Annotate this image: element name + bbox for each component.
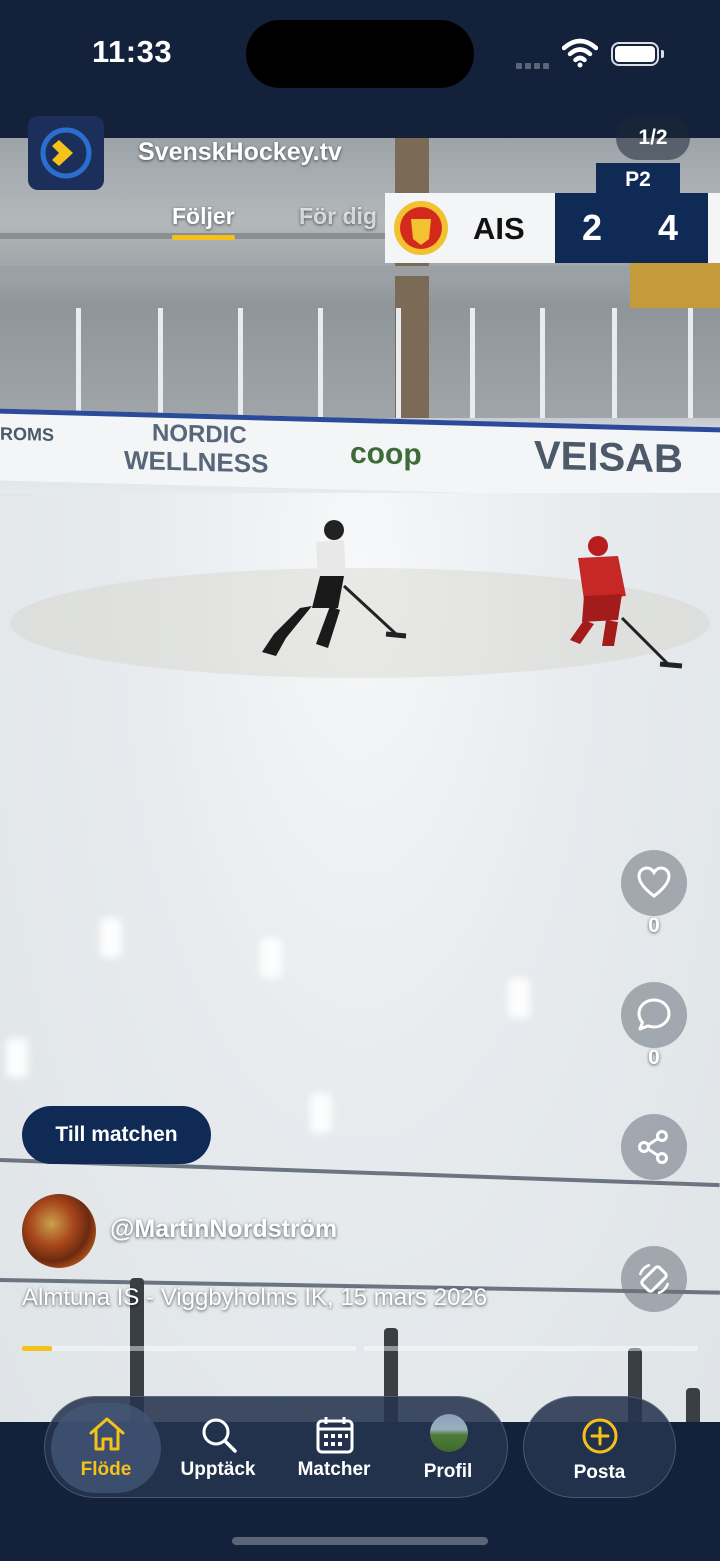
posta-label: Posta bbox=[573, 1462, 626, 1483]
player-white bbox=[262, 520, 407, 656]
period-label: P2 bbox=[596, 163, 680, 195]
ad-text: coop bbox=[350, 436, 422, 472]
video-player[interactable]: ROMS NORDIC WELLNESS coop VEISAB bbox=[0, 138, 720, 1422]
home-score: 2 bbox=[582, 207, 603, 248]
rotate-button[interactable] bbox=[621, 1246, 687, 1312]
app-name: SvenskHockey.tv bbox=[138, 138, 342, 166]
like-button[interactable] bbox=[621, 850, 687, 916]
ad-text: ROMS bbox=[0, 423, 54, 445]
rotate-icon bbox=[638, 1263, 670, 1295]
nav-label: Upptäck bbox=[180, 1459, 256, 1480]
home-icon bbox=[89, 1417, 125, 1451]
home-indicator bbox=[232, 1537, 488, 1545]
like-count: 0 bbox=[648, 914, 660, 937]
score-box: 2 4 bbox=[555, 193, 708, 263]
comment-button[interactable] bbox=[621, 982, 687, 1048]
team-box: AIS bbox=[385, 193, 555, 263]
nav-upptack[interactable]: Upptäck bbox=[163, 1397, 273, 1499]
profile-avatar bbox=[430, 1414, 468, 1452]
tab-foljer[interactable]: Följer bbox=[172, 203, 235, 240]
search-icon bbox=[202, 1418, 237, 1453]
battery-icon bbox=[611, 42, 664, 66]
nav-matcher[interactable]: Matcher bbox=[279, 1397, 389, 1499]
nav-label: Matcher bbox=[297, 1459, 371, 1480]
nav-profil[interactable]: Profil bbox=[393, 1397, 503, 1499]
team-logo-icon bbox=[394, 201, 448, 255]
progress-fill bbox=[22, 1346, 52, 1351]
ad-text: WELLNESS bbox=[124, 444, 269, 479]
player-red bbox=[570, 536, 683, 669]
calendar-icon bbox=[316, 1417, 354, 1454]
scoreboard: P2 AIS 2 4 bbox=[385, 163, 720, 263]
tab-for-dig[interactable]: För dig bbox=[299, 203, 377, 230]
status-time: 11:33 bbox=[92, 34, 173, 69]
posta-button[interactable]: Posta bbox=[523, 1396, 676, 1498]
away-score: 4 bbox=[658, 207, 679, 248]
page-counter: 1/2 bbox=[616, 116, 690, 160]
comment-icon bbox=[637, 998, 671, 1031]
comment-count: 0 bbox=[648, 1046, 660, 1069]
username[interactable]: @MartinNordström bbox=[110, 1215, 337, 1244]
till-matchen-button[interactable]: Till matchen bbox=[22, 1106, 211, 1164]
avatar[interactable] bbox=[22, 1194, 96, 1268]
wifi-icon bbox=[562, 38, 598, 68]
post-caption: Almtuna IS - Viggbyholms IK, 15 mars 202… bbox=[22, 1284, 488, 1311]
bottom-nav: Flöde Upptäck Matcher Profil bbox=[44, 1396, 508, 1498]
app-logo[interactable] bbox=[28, 116, 104, 190]
share-icon bbox=[638, 1130, 668, 1164]
nav-label: Profil bbox=[423, 1461, 473, 1482]
story-progress bbox=[22, 1346, 698, 1351]
share-button[interactable] bbox=[621, 1114, 687, 1180]
dynamic-island bbox=[246, 20, 474, 88]
status-bar: 11:33 bbox=[0, 0, 720, 110]
ad-text: VEISAB bbox=[534, 433, 683, 482]
nav-label: Flöde bbox=[80, 1459, 132, 1480]
cellular-signal-icon bbox=[516, 56, 552, 74]
team-name: AIS bbox=[473, 211, 525, 246]
heart-icon bbox=[637, 866, 671, 898]
rink-boards: ROMS NORDIC WELLNESS coop VEISAB bbox=[0, 408, 720, 500]
nav-flode[interactable]: Flöde bbox=[51, 1403, 161, 1493]
plus-circle-icon bbox=[582, 1418, 618, 1454]
